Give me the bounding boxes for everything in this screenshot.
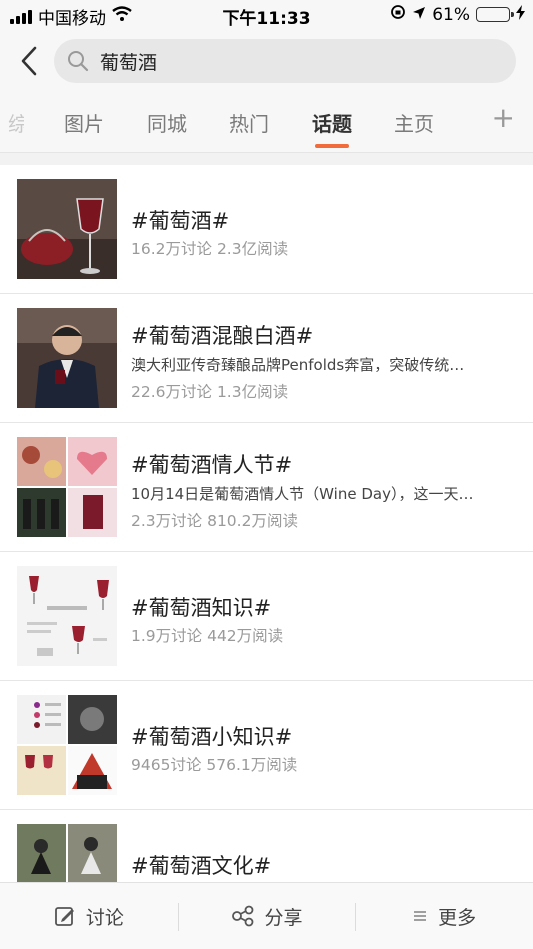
topic-title: #葡萄酒情人节# (131, 453, 293, 477)
topic-thumbnail (17, 308, 117, 408)
topic-description: 10月14日是葡萄酒情人节（Wine Day），这一天… (131, 485, 474, 503)
topic-stats: 1.9万讨论 442万阅读 (131, 627, 284, 645)
search-header (0, 30, 533, 92)
topic-thumbnail (17, 695, 117, 795)
topic-title: #葡萄酒知识# (131, 596, 272, 620)
edit-icon (54, 907, 74, 926)
tab-hot[interactable]: 热门 (229, 108, 269, 137)
topic-item[interactable]: #葡萄酒情人节# 10月14日是葡萄酒情人节（Wine Day），这一天… 2.… (0, 423, 533, 552)
tab-profiles[interactable]: 主页 (394, 108, 434, 137)
topic-list: #葡萄酒# 16.2万讨论 2.3亿阅读 #葡萄酒混酿白酒# 澳大利亚传奇臻酿品… (0, 165, 533, 939)
menu-icon (414, 911, 427, 921)
topic-stats: 22.6万讨论 1.3亿阅读 (131, 383, 289, 401)
battery-icon (476, 7, 514, 22)
topic-stats: 16.2万讨论 2.3亿阅读 (131, 240, 289, 258)
status-bar: 中国移动 下午11:33 61% (0, 0, 533, 30)
lock-rotation-icon (390, 4, 406, 25)
discuss-button[interactable]: 讨论 (0, 883, 178, 949)
more-button[interactable]: 更多 (355, 883, 533, 949)
share-label: 分享 (264, 906, 303, 929)
topic-description: 澳大利亚传奇臻酿品牌Penfolds奔富，突破传统… (131, 356, 465, 374)
topic-title: #葡萄酒# (131, 209, 230, 233)
tab-topics[interactable]: 话题 (312, 108, 352, 137)
topic-thumbnail (17, 437, 117, 537)
search-icon (68, 51, 89, 72)
tab-overview[interactable]: 综 (8, 108, 24, 137)
topic-stats: 2.3万讨论 810.2万阅读 (131, 512, 298, 530)
discuss-label: 讨论 (85, 906, 124, 929)
topic-title: #葡萄酒小知识# (131, 725, 293, 749)
topic-stats: 9465讨论 576.1万阅读 (131, 756, 298, 774)
bottom-toolbar: 讨论 分享 更多 (0, 882, 533, 949)
topic-item[interactable]: #葡萄酒知识# 1.9万讨论 442万阅读 (0, 552, 533, 681)
section-divider (0, 153, 533, 165)
charging-icon (516, 4, 525, 25)
battery-percent: 61% (432, 4, 470, 25)
location-icon (412, 5, 426, 25)
add-tab-icon[interactable]: + (492, 104, 515, 132)
topic-item[interactable]: #葡萄酒小知识# 9465讨论 576.1万阅读 (0, 681, 533, 810)
share-icon (231, 905, 253, 927)
chevron-left-icon (21, 46, 37, 76)
topic-title: #葡萄酒文化# (131, 854, 272, 878)
status-right: 61% (390, 4, 525, 25)
search-input[interactable] (100, 39, 500, 83)
topic-item[interactable]: #葡萄酒# 16.2万讨论 2.3亿阅读 (0, 165, 533, 294)
search-box[interactable] (54, 39, 516, 83)
tab-images[interactable]: 图片 (64, 108, 104, 137)
topic-item[interactable]: #葡萄酒混酿白酒# 澳大利亚传奇臻酿品牌Penfolds奔富，突破传统… 22.… (0, 294, 533, 423)
topic-title: #葡萄酒混酿白酒# (131, 324, 314, 348)
more-label: 更多 (438, 906, 477, 929)
back-button[interactable] (14, 44, 44, 78)
share-button[interactable]: 分享 (177, 883, 356, 949)
topic-thumbnail (17, 566, 117, 666)
filter-tabs: 综 图片 同城 热门 话题 主页 + (0, 92, 533, 153)
topic-thumbnail (17, 179, 117, 279)
tab-local[interactable]: 同城 (147, 108, 187, 137)
